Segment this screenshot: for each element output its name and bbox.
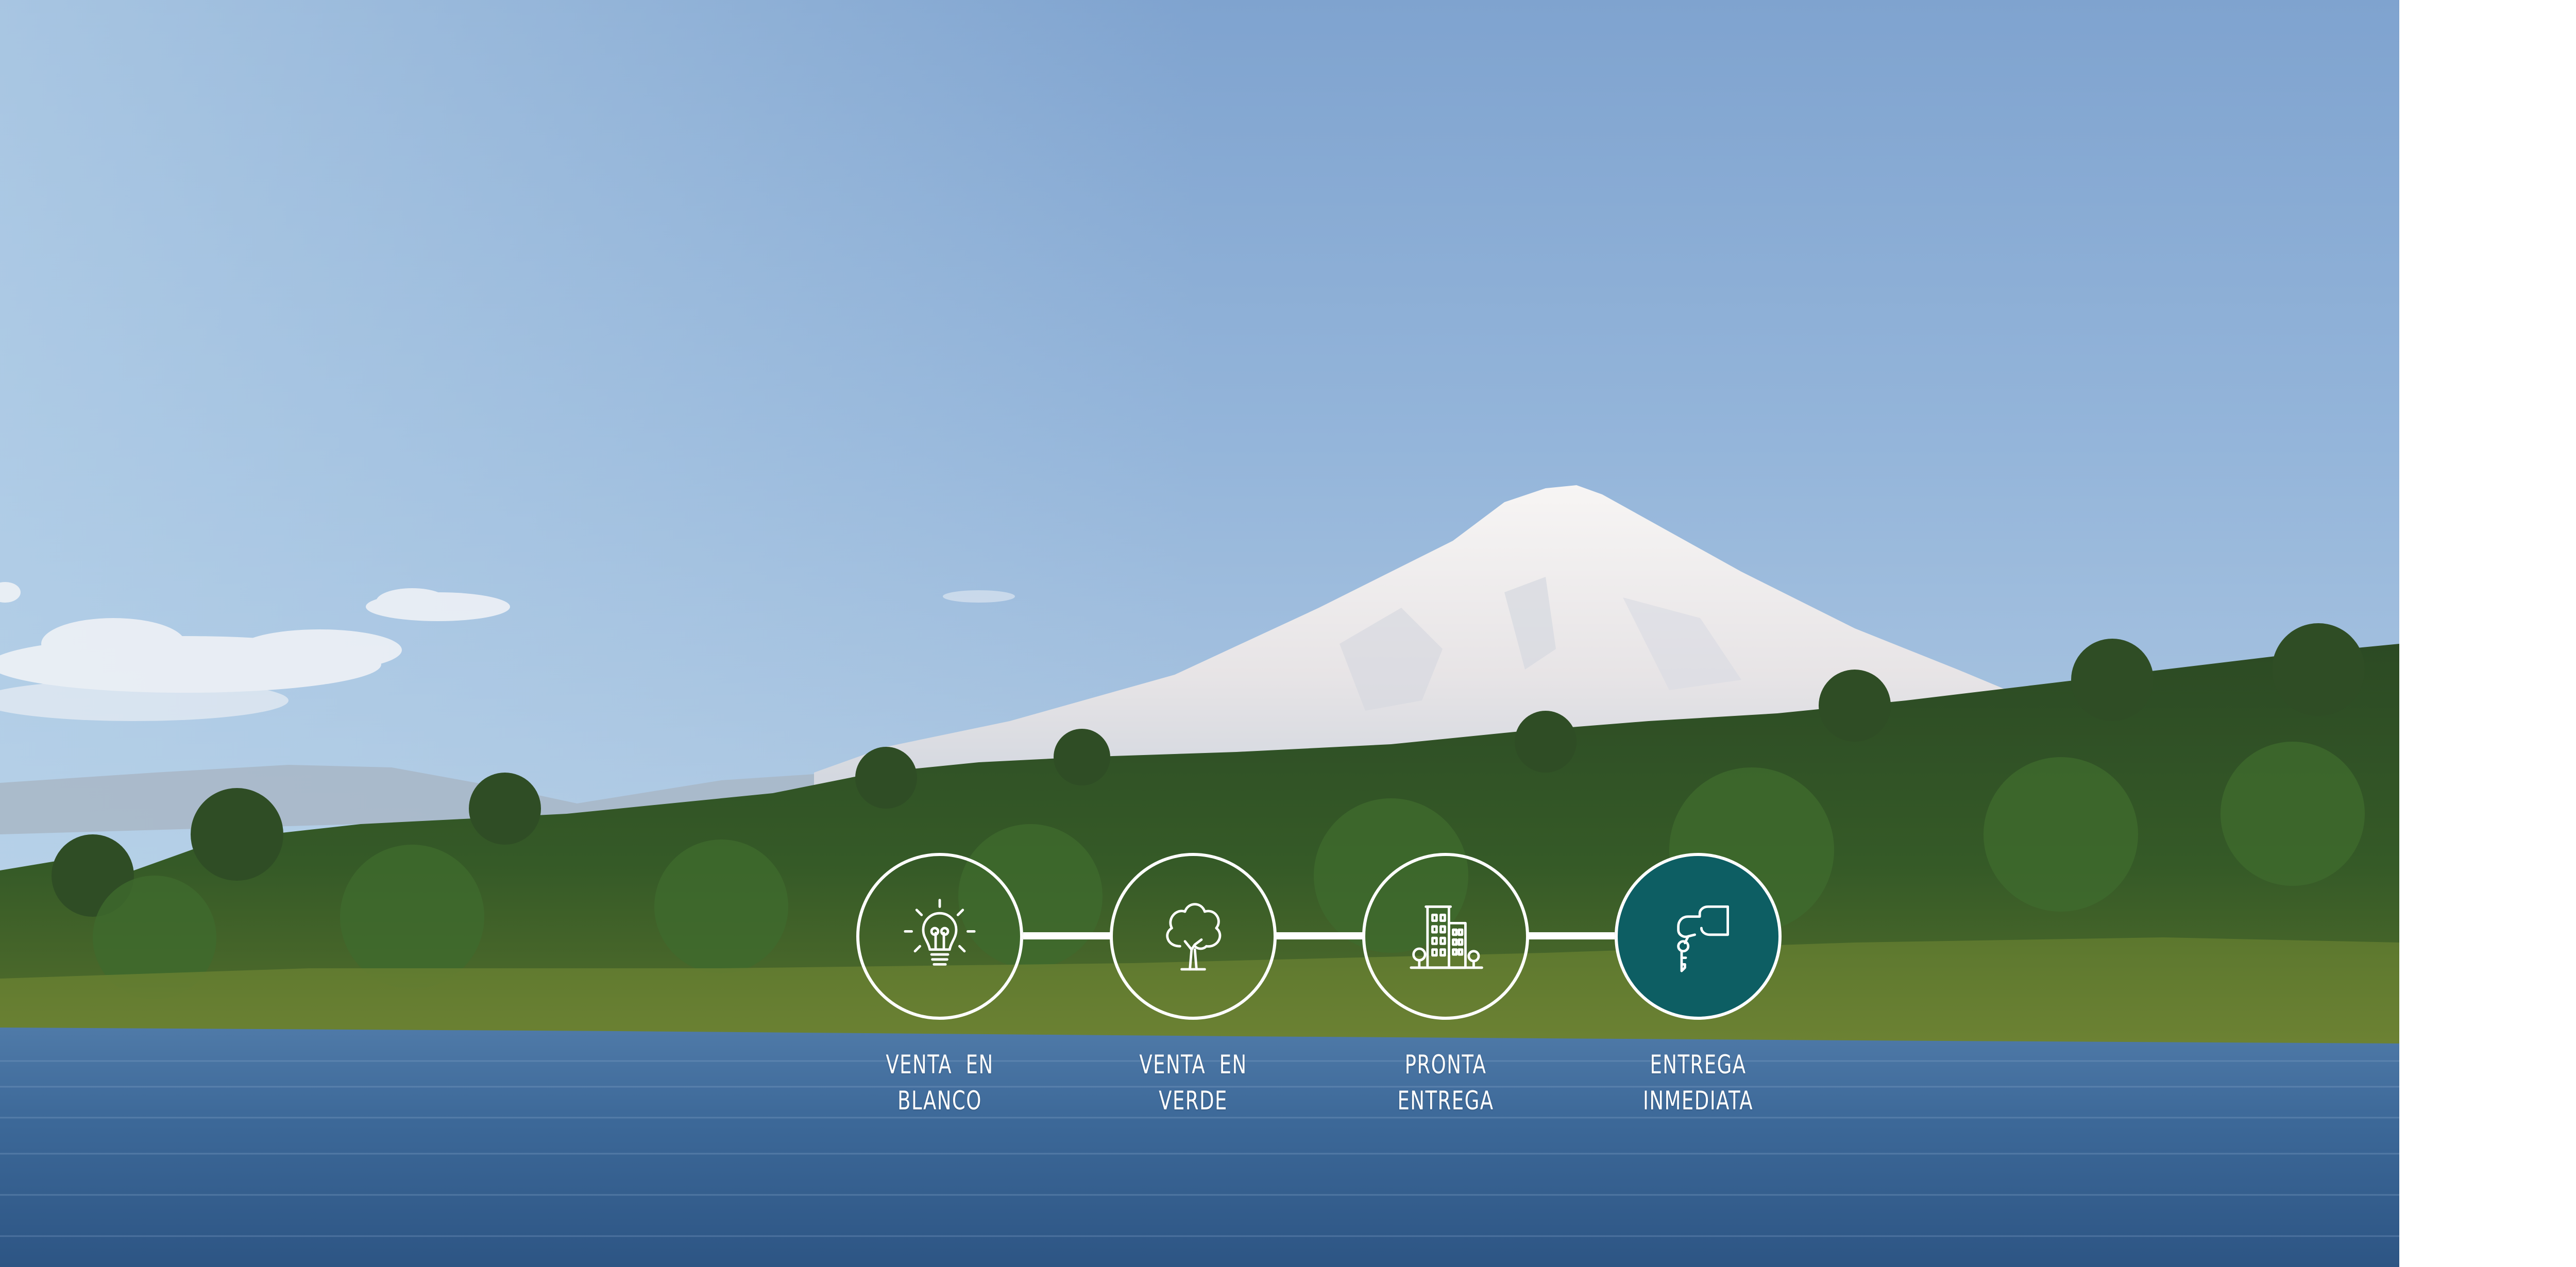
step-label-line: VENTA EN bbox=[1139, 1050, 1247, 1080]
step-venta-en-verde[interactable]: VENTA EN VERDE bbox=[1110, 853, 1277, 1116]
right-margin bbox=[2399, 0, 2576, 1267]
hand-key-icon bbox=[1677, 905, 1729, 972]
page: VENTA EN BLANCO VENTA EN VERDE PRONTA EN… bbox=[0, 0, 2576, 1267]
step-label-line: VERDE bbox=[1159, 1086, 1228, 1116]
progress-stepper: VENTA EN BLANCO VENTA EN VERDE PRONTA EN… bbox=[0, 0, 2399, 1267]
tree-icon bbox=[1166, 903, 1222, 971]
step-circle-active[interactable] bbox=[1615, 853, 1782, 1020]
buildings-icon bbox=[1410, 905, 1483, 969]
step-circle[interactable] bbox=[856, 853, 1023, 1020]
step-connector bbox=[1276, 932, 1363, 939]
step-entrega-inmediata[interactable]: ENTREGA INMEDIATA bbox=[1615, 853, 1782, 1116]
step-pronta-entrega[interactable]: PRONTA ENTREGA bbox=[1362, 853, 1529, 1116]
step-label-line: INMEDIATA bbox=[1642, 1086, 1754, 1116]
lightbulb-icon bbox=[904, 899, 976, 966]
step-circle[interactable] bbox=[1362, 853, 1529, 1020]
step-connector bbox=[1023, 932, 1113, 939]
step-label: ENTREGA INMEDIATA bbox=[1606, 1047, 1790, 1119]
step-label: VENTA EN VERDE bbox=[1101, 1047, 1285, 1119]
step-connector bbox=[1527, 932, 1615, 939]
step-label: VENTA EN BLANCO bbox=[848, 1047, 1032, 1119]
step-label-line: ENTREGA bbox=[1397, 1086, 1494, 1116]
step-label-line: VENTA EN bbox=[886, 1050, 994, 1080]
step-label: PRONTA ENTREGA bbox=[1353, 1047, 1538, 1119]
step-venta-en-blanco[interactable]: VENTA EN BLANCO bbox=[856, 853, 1023, 1116]
step-label-line: BLANCO bbox=[897, 1086, 982, 1116]
step-circle[interactable] bbox=[1110, 853, 1277, 1020]
step-label-line: PRONTA bbox=[1404, 1050, 1487, 1080]
step-label-line: ENTREGA bbox=[1650, 1050, 1747, 1080]
